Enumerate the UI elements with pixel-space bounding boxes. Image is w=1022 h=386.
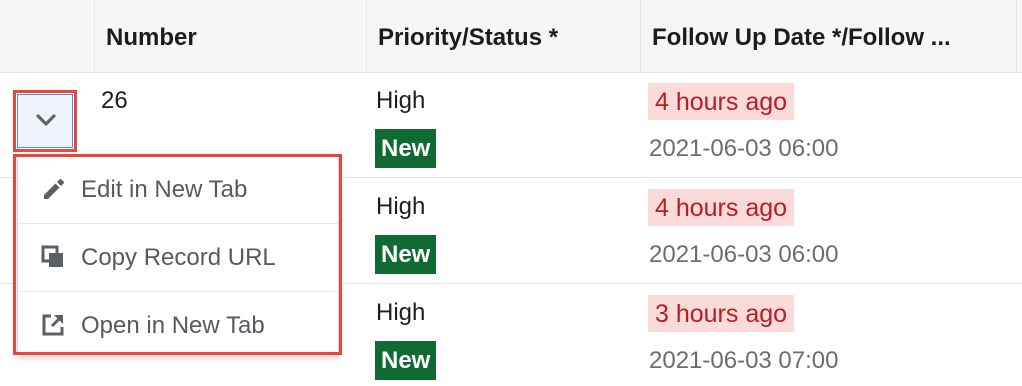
follow-up-date: 2021-06-03 06:00 bbox=[649, 241, 839, 268]
menu-item-label: Edit in New Tab bbox=[81, 176, 248, 203]
header-cell-follow-up[interactable]: Follow Up Date */Follow ... bbox=[640, 0, 1022, 72]
external-link-icon bbox=[42, 314, 64, 336]
menu-item-edit-in-new-tab[interactable]: Edit in New Tab bbox=[18, 156, 338, 224]
row-actions-menu: Edit in New Tab Copy Record URL Open in … bbox=[17, 155, 339, 355]
copy-icon bbox=[41, 245, 63, 267]
header-cell-number[interactable]: Number bbox=[94, 0, 366, 72]
header-cell-edge bbox=[1016, 0, 1022, 72]
menu-item-label: Copy Record URL bbox=[81, 244, 276, 271]
priority-value: High bbox=[376, 299, 426, 326]
header-cell-actions bbox=[0, 0, 94, 72]
follow-up-date: 2021-06-03 06:00 bbox=[649, 135, 839, 162]
status-badge: New bbox=[375, 129, 437, 168]
follow-up-date: 2021-06-03 07:00 bbox=[649, 347, 839, 374]
menu-item-open-in-new-tab[interactable]: Open in New Tab bbox=[18, 292, 338, 360]
relative-time-badge: 3 hours ago bbox=[648, 295, 795, 332]
menu-item-copy-record-url[interactable]: Copy Record URL bbox=[18, 224, 338, 292]
table-header: Number Priority/Status * Follow Up Date … bbox=[0, 0, 1022, 73]
column-header-number[interactable]: Number bbox=[106, 24, 197, 52]
column-header-priority-status[interactable]: Priority/Status * bbox=[378, 24, 558, 52]
priority-value: High bbox=[376, 193, 426, 220]
pencil-icon bbox=[44, 179, 64, 199]
status-badge: New bbox=[375, 341, 437, 380]
header-cell-priority-status[interactable]: Priority/Status * bbox=[366, 0, 640, 72]
relative-time-badge: 4 hours ago bbox=[648, 83, 795, 120]
priority-value: High bbox=[376, 87, 426, 114]
relative-time-badge: 4 hours ago bbox=[648, 189, 795, 226]
record-number: 26 bbox=[101, 87, 128, 114]
column-header-follow-up-date[interactable]: Follow Up Date */Follow ... bbox=[652, 24, 951, 52]
menu-item-label: Open in New Tab bbox=[81, 312, 265, 339]
status-badge: New bbox=[375, 235, 437, 274]
toggle-highlight-annotation bbox=[13, 90, 77, 152]
